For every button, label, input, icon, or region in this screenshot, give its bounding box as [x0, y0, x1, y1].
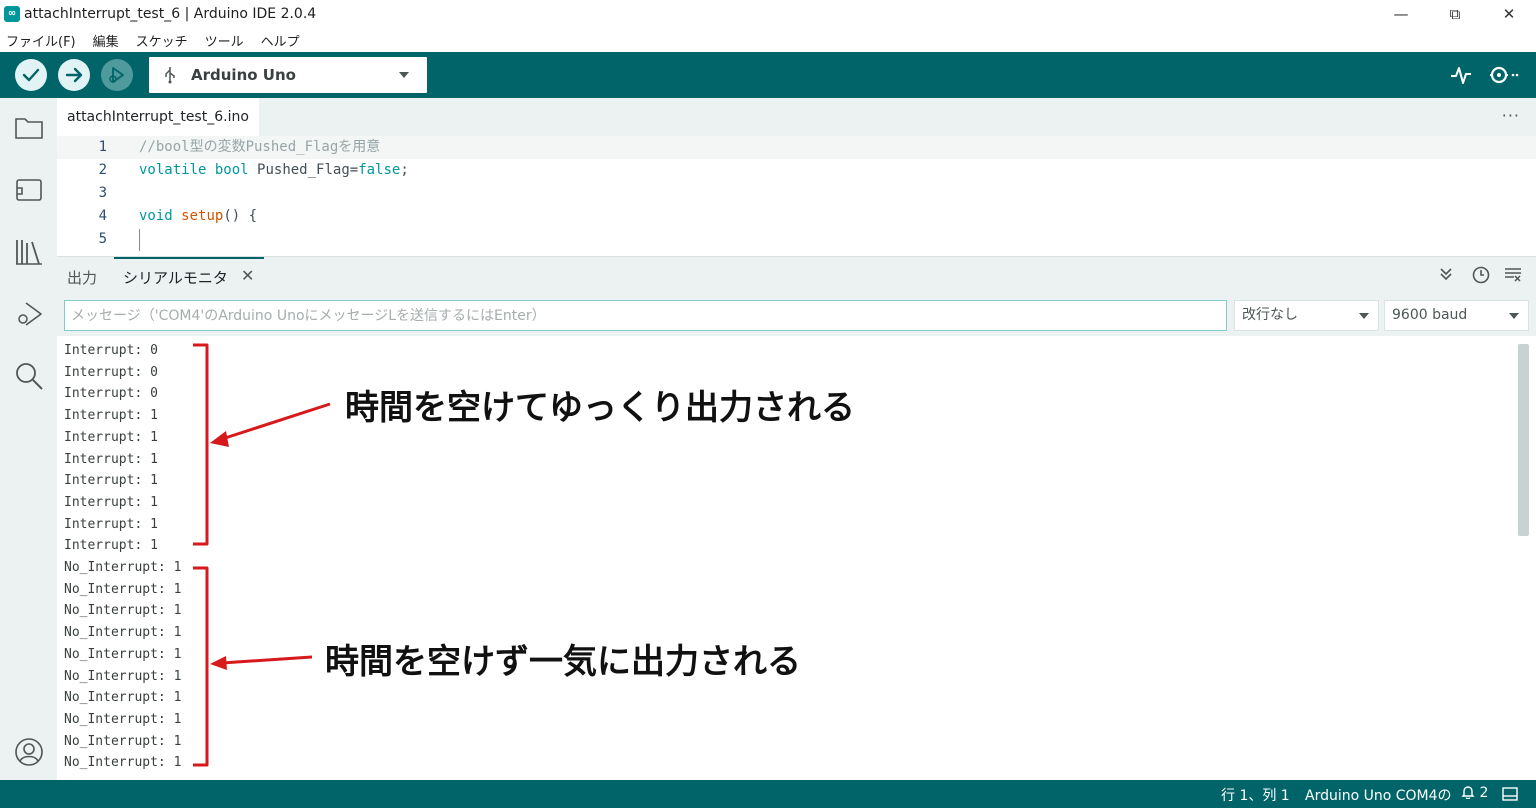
- bell-icon: [1461, 786, 1475, 800]
- annotation-text-fast: 時間を空けず一気に出力される: [325, 642, 801, 682]
- board-port-status: Arduino Uno COM4の: [1305, 788, 1452, 804]
- arrow-fast: [221, 655, 313, 665]
- notification-count: 2: [1479, 785, 1489, 801]
- arrow-slow: [221, 402, 331, 441]
- cursor-position: 行 1、列 1: [1221, 788, 1290, 804]
- bracket-fast: [193, 566, 209, 767]
- bracket-slow: [193, 343, 209, 546]
- toggle-panel-icon[interactable]: [1502, 787, 1518, 805]
- annotation-text-slow: 時間を空けてゆっくり出力される: [345, 388, 855, 428]
- arrow-head-slow: [210, 431, 229, 447]
- arrow-head-fast: [210, 656, 227, 670]
- status-bar: 行 1、列 1 Arduino Uno COM4の 2: [0, 780, 1536, 808]
- notifications-button[interactable]: 2: [1461, 785, 1488, 801]
